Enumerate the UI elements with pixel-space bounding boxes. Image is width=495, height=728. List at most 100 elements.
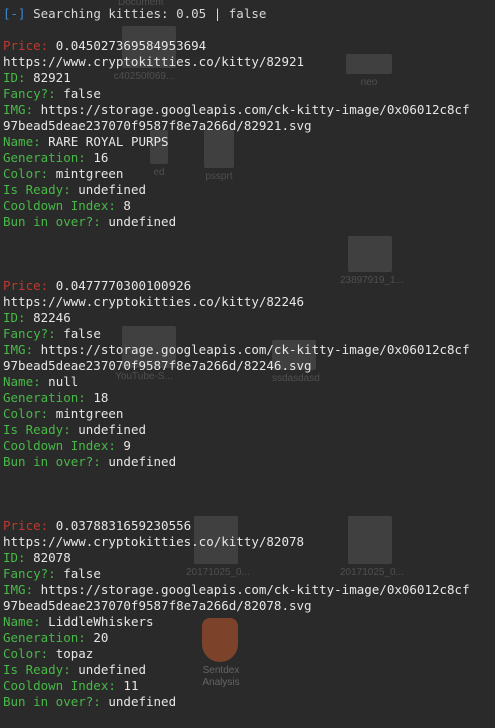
status-indicator: [-] xyxy=(3,6,26,21)
name-value: LiddleWhiskers xyxy=(48,614,154,629)
img-url-part1[interactable]: https://storage.googleapis.com/ck-kitty-… xyxy=(41,342,470,357)
color-value: mintgreen xyxy=(55,406,124,421)
is-ready-label: Is Ready: xyxy=(3,182,71,197)
status-line: [-] Searching kitties: 0.05 | false xyxy=(3,6,266,22)
generation-line: Generation: 16 xyxy=(3,150,108,166)
bun-value: undefined xyxy=(108,214,177,229)
price-line: Price: 0.045027369584953694 xyxy=(3,38,206,54)
price-value: 0.045027369584953694 xyxy=(55,38,207,53)
color-label: Color: xyxy=(3,646,49,661)
name-line: Name: RARE ROYAL PURPS xyxy=(3,134,169,150)
id-label: ID: xyxy=(3,550,26,565)
img-line: IMG: https://storage.googleapis.com/ck-k… xyxy=(3,582,470,598)
cooldown-line: Cooldown Index: 11 xyxy=(3,678,138,694)
name-value: null xyxy=(48,374,79,389)
cooldown-line: Cooldown Index: 8 xyxy=(3,198,131,214)
cooldown-label: Cooldown Index: xyxy=(3,198,116,213)
bun-label: Bun in over?: xyxy=(3,454,101,469)
color-line: Color: mintgreen xyxy=(3,166,123,182)
fancy-label: Fancy?: xyxy=(3,566,56,581)
img-url-part2[interactable]: 97bead5deae237070f9587f8e7a266d/82078.sv… xyxy=(3,598,312,614)
is-ready-label: Is Ready: xyxy=(3,422,71,437)
kitty-url[interactable]: https://www.cryptokitties.co/kitty/82921 xyxy=(3,54,304,70)
id-line: ID: 82246 xyxy=(3,310,71,326)
cooldown-label: Cooldown Index: xyxy=(3,438,116,453)
bun-value: undefined xyxy=(108,694,177,709)
bun-line: Bun in over?: undefined xyxy=(3,454,176,470)
cooldown-value: 9 xyxy=(123,438,131,453)
id-line: ID: 82921 xyxy=(3,70,71,86)
id-value: 82078 xyxy=(33,550,71,565)
color-value: topaz xyxy=(55,646,94,661)
name-label: Name: xyxy=(3,614,41,629)
bun-label: Bun in over?: xyxy=(3,214,101,229)
price-value: 0.0477770300100926 xyxy=(55,278,192,293)
img-line: IMG: https://storage.googleapis.com/ck-k… xyxy=(3,342,470,358)
color-value: mintgreen xyxy=(55,166,124,181)
id-label: ID: xyxy=(3,70,26,85)
is-ready-line: Is Ready: undefined xyxy=(3,662,146,678)
fancy-value: false xyxy=(63,86,101,101)
is-ready-label: Is Ready: xyxy=(3,662,71,677)
id-value: 82246 xyxy=(33,310,71,325)
cooldown-value: 11 xyxy=(123,678,139,693)
cooldown-label: Cooldown Index: xyxy=(3,678,116,693)
generation-value: 20 xyxy=(93,630,109,645)
img-url-part2[interactable]: 97bead5deae237070f9587f8e7a266d/82246.sv… xyxy=(3,358,312,374)
img-label: IMG: xyxy=(3,342,34,357)
img-url-part1[interactable]: https://storage.googleapis.com/ck-kitty-… xyxy=(41,582,470,597)
price-label: Price: xyxy=(3,518,49,533)
color-label: Color: xyxy=(3,166,49,181)
fancy-label: Fancy?: xyxy=(3,326,56,341)
generation-label: Generation: xyxy=(3,390,86,405)
price-label: Price: xyxy=(3,38,49,53)
fancy-line: Fancy?: false xyxy=(3,326,101,342)
generation-value: 18 xyxy=(93,390,109,405)
bun-line: Bun in over?: undefined xyxy=(3,694,176,710)
fancy-line: Fancy?: false xyxy=(3,86,101,102)
price-line: Price: 0.0477770300100926 xyxy=(3,278,191,294)
img-url-part1[interactable]: https://storage.googleapis.com/ck-kitty-… xyxy=(41,102,470,117)
id-value: 82921 xyxy=(33,70,71,85)
name-line: Name: null xyxy=(3,374,78,390)
fancy-value: false xyxy=(63,326,101,341)
generation-line: Generation: 20 xyxy=(3,630,108,646)
price-label: Price: xyxy=(3,278,49,293)
name-label: Name: xyxy=(3,374,41,389)
color-line: Color: mintgreen xyxy=(3,406,123,422)
img-label: IMG: xyxy=(3,102,34,117)
bun-line: Bun in over?: undefined xyxy=(3,214,176,230)
name-value: RARE ROYAL PURPS xyxy=(48,134,169,149)
img-label: IMG: xyxy=(3,582,34,597)
generation-label: Generation: xyxy=(3,630,86,645)
img-line: IMG: https://storage.googleapis.com/ck-k… xyxy=(3,102,470,118)
is-ready-line: Is Ready: undefined xyxy=(3,182,146,198)
id-label: ID: xyxy=(3,310,26,325)
status-text: Searching kitties: 0.05 | false xyxy=(33,6,267,21)
name-line: Name: LiddleWhiskers xyxy=(3,614,154,630)
generation-label: Generation: xyxy=(3,150,86,165)
fancy-value: false xyxy=(63,566,101,581)
is-ready-line: Is Ready: undefined xyxy=(3,422,146,438)
kitty-url[interactable]: https://www.cryptokitties.co/kitty/82078 xyxy=(3,534,304,550)
generation-value: 16 xyxy=(93,150,109,165)
id-line: ID: 82078 xyxy=(3,550,71,566)
terminal-window[interactable]: [-] Searching kitties: 0.05 | false Pric… xyxy=(0,0,495,728)
bun-value: undefined xyxy=(108,454,177,469)
is-ready-value: undefined xyxy=(78,182,146,197)
color-line: Color: topaz xyxy=(3,646,93,662)
is-ready-value: undefined xyxy=(78,422,146,437)
kitty-url[interactable]: https://www.cryptokitties.co/kitty/82246 xyxy=(3,294,304,310)
is-ready-value: undefined xyxy=(78,662,146,677)
img-url-part2[interactable]: 97bead5deae237070f9587f8e7a266d/82921.sv… xyxy=(3,118,312,134)
price-value: 0.0378831659230556 xyxy=(55,518,192,533)
price-line: Price: 0.0378831659230556 xyxy=(3,518,191,534)
color-label: Color: xyxy=(3,406,49,421)
cooldown-line: Cooldown Index: 9 xyxy=(3,438,131,454)
bun-label: Bun in over?: xyxy=(3,694,101,709)
fancy-label: Fancy?: xyxy=(3,86,56,101)
cooldown-value: 8 xyxy=(123,198,131,213)
fancy-line: Fancy?: false xyxy=(3,566,101,582)
generation-line: Generation: 18 xyxy=(3,390,108,406)
name-label: Name: xyxy=(3,134,41,149)
